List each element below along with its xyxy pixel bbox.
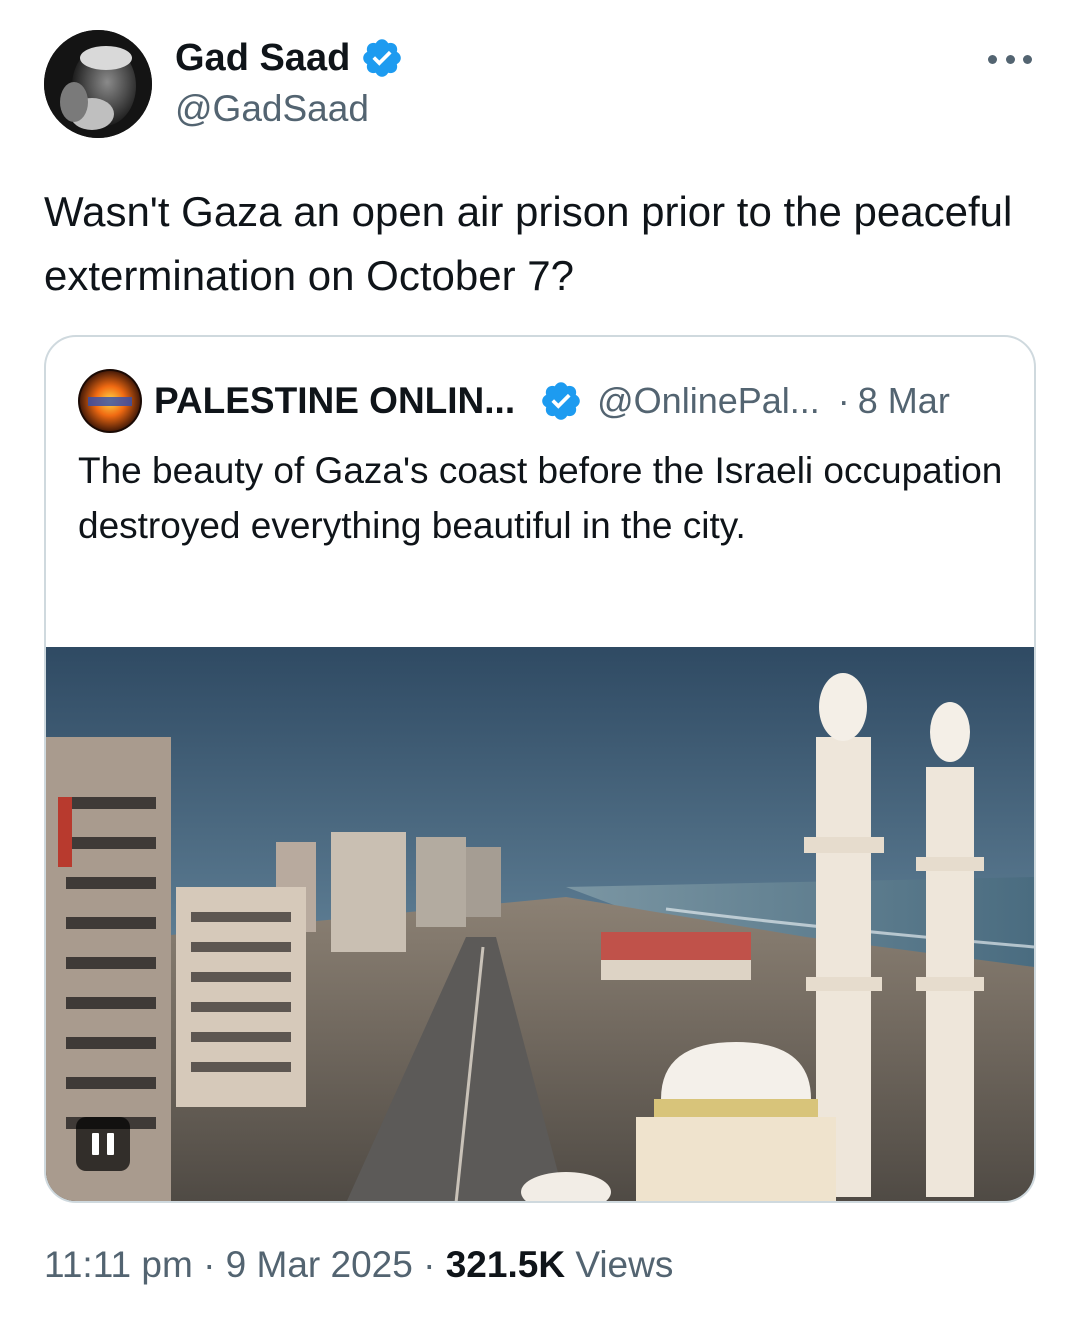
coast-city-video-frame <box>46 647 1034 1201</box>
dot <box>1023 54 1032 64</box>
dot <box>1005 54 1015 64</box>
quoted-tweet-card[interactable]: PALESTINE ONLIN... @OnlinePal... · 8 Mar… <box>44 335 1036 1203</box>
tweet-text: Wasn't Gaza an open air prison prior to … <box>44 188 1013 299</box>
author-avatar[interactable] <box>44 30 152 138</box>
more-options-icon[interactable] <box>988 44 1032 74</box>
views-count[interactable]: 321.5K <box>446 1244 565 1285</box>
quoted-tweet-header: PALESTINE ONLIN... @OnlinePal... · 8 Mar <box>78 367 1004 435</box>
dot <box>988 54 997 64</box>
pause-button[interactable] <box>76 1117 130 1171</box>
quoted-author-avatar[interactable] <box>78 369 142 433</box>
author-handle[interactable]: @GadSaad <box>175 88 369 130</box>
tweet-date[interactable]: 9 Mar 2025 <box>226 1244 413 1285</box>
quoted-tweet-date[interactable]: 8 Mar <box>858 380 950 422</box>
author-name[interactable]: Gad Saad <box>175 36 404 80</box>
tweet-time[interactable]: 11:11 pm <box>44 1244 193 1285</box>
video-media[interactable] <box>46 647 1034 1201</box>
verified-badge-icon <box>363 39 402 77</box>
pause-bar <box>92 1133 99 1155</box>
author-name-text[interactable]: Gad Saad <box>175 37 350 80</box>
tweet-detail: Gad Saad @GadSaad Wasn't Gaza an open ai… <box>0 0 1080 1334</box>
separator-dot: · <box>423 1244 436 1285</box>
verified-badge-icon <box>542 382 580 420</box>
pause-bar <box>107 1133 114 1155</box>
views-label: Views <box>575 1244 674 1285</box>
quoted-author-name[interactable]: PALESTINE ONLIN... <box>154 380 515 422</box>
quoted-tweet-text: The beauty of Gaza's coast before the Is… <box>78 450 1003 546</box>
separator-dot: · <box>837 380 850 421</box>
quoted-author-handle[interactable]: @OnlinePal... <box>597 380 820 422</box>
separator-dot: · <box>203 1244 216 1285</box>
tweet-meta: 11:11 pm · 9 Mar 2025 · 321.5K Views <box>44 1244 673 1286</box>
